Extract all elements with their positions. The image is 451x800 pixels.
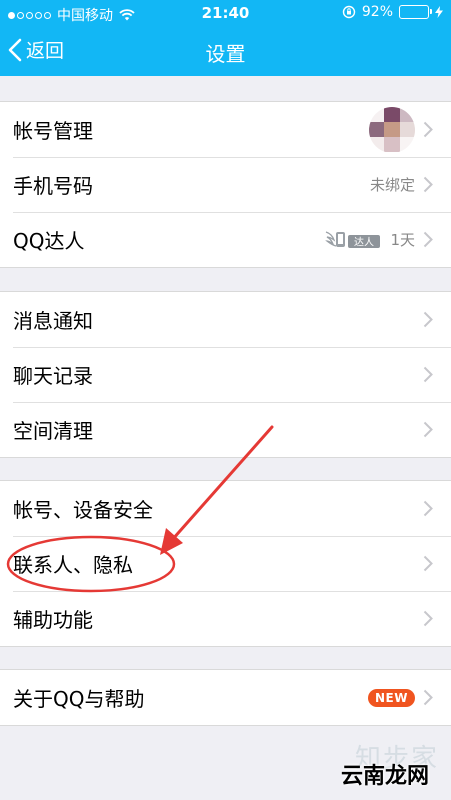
row-label: 辅助功能	[13, 608, 93, 632]
daren-wings-icon: 达人	[325, 230, 381, 248]
row-value: 1天	[390, 231, 415, 249]
chevron-right-icon	[423, 311, 433, 328]
row-label: 帐号、设备安全	[13, 498, 153, 522]
status-right: 92%	[342, 4, 443, 20]
daren-badge: 达人	[324, 228, 382, 252]
row-label: 手机号码	[13, 174, 93, 198]
row-label: 关于QQ与帮助	[13, 687, 145, 711]
chevron-right-icon	[423, 500, 433, 517]
row-label: 空间清理	[13, 419, 93, 443]
battery-percent: 92%	[361, 4, 393, 20]
watermark-text: 云南龙网	[340, 764, 429, 789]
chevron-right-icon	[423, 176, 433, 193]
settings-row-accessibility[interactable]: 辅助功能	[0, 591, 451, 646]
row-label: QQ达人	[13, 229, 85, 253]
settings-group-account: 帐号管理 手机号码 未绑定 QQ达人 达人 1天	[0, 101, 451, 268]
settings-row-notifications[interactable]: 消息通知	[0, 292, 451, 347]
rotation-lock-icon	[342, 5, 356, 19]
chevron-right-icon	[423, 421, 433, 438]
settings-row-contacts-privacy[interactable]: 联系人、隐私	[0, 536, 451, 591]
chevron-right-icon	[423, 231, 433, 248]
chevron-right-icon	[423, 555, 433, 572]
settings-group-security: 帐号、设备安全 联系人、隐私 辅助功能	[0, 480, 451, 647]
avatar	[369, 106, 415, 153]
settings-row-about-help[interactable]: 关于QQ与帮助 NEW	[0, 670, 451, 725]
status-bar: 中国移动 21:40 92%	[0, 0, 451, 26]
new-badge: NEW	[368, 688, 415, 707]
battery-icon	[399, 5, 432, 19]
row-label: 联系人、隐私	[13, 553, 133, 577]
chevron-right-icon	[423, 689, 433, 706]
settings-group-messages: 消息通知 聊天记录 空间清理	[0, 291, 451, 458]
settings-row-storage-cleanup[interactable]: 空间清理	[0, 402, 451, 457]
settings-group-about: 关于QQ与帮助 NEW	[0, 669, 451, 726]
chevron-right-icon	[423, 366, 433, 383]
chevron-right-icon	[423, 610, 433, 627]
charging-bolt-icon	[435, 6, 443, 18]
nav-bar: 返回 设置	[0, 26, 451, 76]
chevron-right-icon	[423, 121, 433, 138]
settings-row-phone-number[interactable]: 手机号码 未绑定	[0, 157, 451, 212]
settings-row-chat-history[interactable]: 聊天记录	[0, 347, 451, 402]
daren-badge-text: 达人	[354, 236, 374, 248]
row-value: 未绑定	[369, 176, 415, 194]
settings-row-qq-daren[interactable]: QQ达人 达人 1天	[0, 212, 451, 267]
row-label: 帐号管理	[13, 119, 93, 143]
settings-row-account-security[interactable]: 帐号、设备安全	[0, 481, 451, 536]
settings-row-account-management[interactable]: 帐号管理	[0, 102, 451, 157]
page-title: 设置	[205, 42, 246, 66]
row-label: 聊天记录	[13, 364, 93, 388]
row-label: 消息通知	[13, 309, 93, 333]
